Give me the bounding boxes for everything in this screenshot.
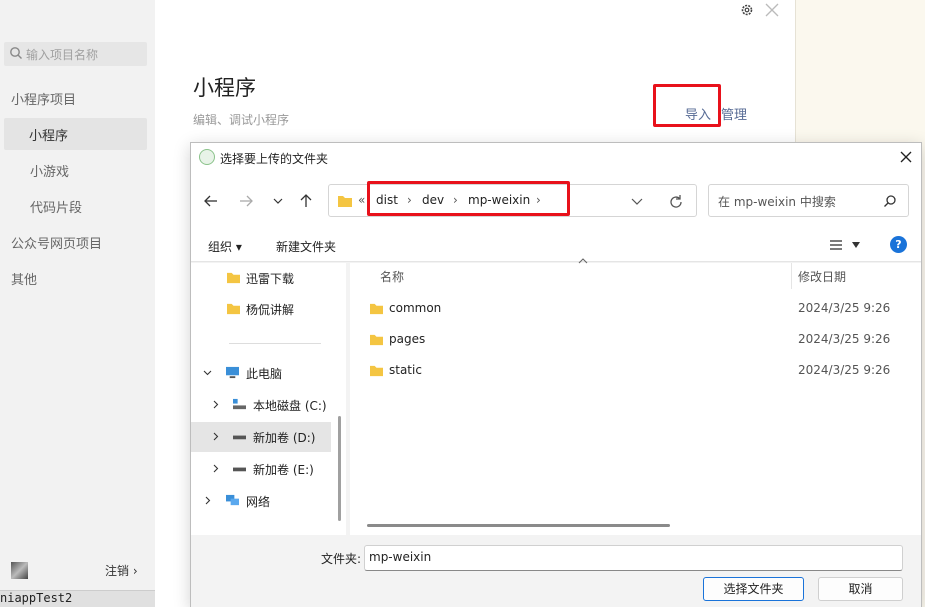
tree-item-label: 迅雷下载 (246, 272, 295, 286)
folder-icon (370, 303, 383, 315)
tree-item-xunlei[interactable]: 迅雷下载 (191, 263, 331, 293)
column-header-name[interactable]: 名称 (380, 268, 404, 285)
dialog-title: 选择要上传的文件夹 (220, 152, 329, 166)
tree-item-label: 此电脑 (246, 367, 283, 381)
dialog-footer: 文件夹: mp-weixin 选择文件夹 取消 (191, 535, 921, 607)
chevron-right-icon[interactable] (211, 464, 220, 473)
select-folder-button[interactable]: 选择文件夹 (703, 577, 804, 601)
tree-item-drive-e[interactable]: 新加卷 (E:) (191, 454, 331, 484)
tree-item-network[interactable]: 网络 (191, 486, 331, 516)
horizontal-scrollbar[interactable] (367, 524, 670, 527)
view-options-icon[interactable] (829, 239, 843, 251)
file-row[interactable]: common 2024/3/25 9:26 (350, 294, 921, 325)
forward-arrow-icon[interactable] (238, 193, 254, 209)
tree-item-drive-d[interactable]: 新加卷 (D:) (191, 422, 331, 452)
folder-name-input[interactable]: mp-weixin (364, 545, 903, 571)
folder-icon (370, 334, 383, 346)
column-divider[interactable] (791, 263, 792, 289)
app-logo-icon (199, 149, 215, 165)
gear-icon[interactable] (740, 3, 754, 17)
folder-label: 文件夹: (321, 552, 362, 566)
caret-down-icon[interactable] (852, 242, 860, 248)
highlight-box-path (367, 181, 570, 216)
file-name: pages (389, 332, 426, 346)
folder-icon (370, 365, 383, 377)
folder-picker-dialog: 选择要上传的文件夹 « dist › dev › mp-weixin › 在 m… (190, 142, 922, 607)
sidebar-item-other[interactable]: 其他 (11, 269, 37, 288)
sidebar-item-code-snippets[interactable]: 代码片段 (30, 197, 82, 216)
up-arrow-icon[interactable] (298, 193, 314, 209)
file-row[interactable]: pages 2024/3/25 9:26 (350, 325, 921, 356)
folder-icon (227, 303, 240, 315)
file-name: static (389, 363, 422, 377)
file-list: 名称 修改日期 common 2024/3/25 9:26 pages 2024… (350, 258, 921, 535)
search-icon (10, 47, 22, 59)
search-placeholder: 在 mp-weixin 中搜索 (718, 195, 836, 209)
help-icon[interactable]: ? (890, 236, 907, 253)
recent-dropdown-icon[interactable] (270, 193, 286, 209)
tree-item-label: 新加卷 (D:) (253, 431, 316, 445)
file-row[interactable]: static 2024/3/25 9:26 (350, 356, 921, 387)
sort-up-icon (578, 258, 588, 264)
chevron-right-icon[interactable] (211, 400, 220, 409)
page-subtitle: 编辑、调试小程序 (193, 113, 290, 127)
drive-icon (233, 467, 246, 472)
file-date: 2024/3/25 9:26 (798, 363, 891, 377)
network-icon (226, 494, 239, 506)
tree-item-label: 本地磁盘 (C:) (253, 399, 327, 413)
new-folder-button[interactable]: 新建文件夹 (276, 238, 336, 255)
computer-icon (226, 366, 239, 379)
logout-button[interactable]: 注销 › (105, 562, 138, 579)
chevron-down-icon[interactable] (631, 198, 643, 206)
highlight-box-import (653, 84, 721, 127)
column-header-date[interactable]: 修改日期 (798, 268, 846, 285)
folder-icon (227, 272, 240, 284)
close-icon[interactable] (764, 2, 780, 18)
page-title: 小程序 (193, 76, 256, 100)
navigation-tree: 迅雷下载 杨侃讲解 此电脑 本地磁盘 (C:) 新加卷 (D:) 新加卷 (E:… (191, 263, 346, 535)
manage-button[interactable]: 管理 (721, 104, 747, 123)
folder-icon (338, 196, 352, 207)
tree-item-yangkan[interactable]: 杨侃讲解 (191, 294, 331, 324)
sidebar-item-miniprogram-projects[interactable]: 小程序项目 (11, 89, 76, 108)
chevron-down-icon[interactable] (203, 368, 212, 377)
sidebar-item-label: 小程序 (29, 129, 69, 144)
refresh-icon[interactable] (668, 194, 684, 210)
dialog-toolbar: 组织 ▾ 新建文件夹 ? (191, 230, 921, 262)
file-list-header: 名称 修改日期 (350, 258, 921, 289)
file-date: 2024/3/25 9:26 (798, 332, 891, 346)
chevron-right-icon[interactable] (211, 432, 220, 441)
divider (229, 343, 321, 344)
avatar[interactable] (11, 562, 28, 579)
chevron-right-icon[interactable] (203, 496, 212, 505)
close-icon[interactable] (898, 149, 914, 165)
breadcrumb-overflow[interactable]: « (358, 193, 365, 207)
drive-icon (233, 435, 246, 440)
sidebar: 输入项目名称 小程序项目 小程序 小游戏 代码片段 公众号网页项目 其他 注销 … (0, 0, 155, 607)
search-placeholder: 输入项目名称 (26, 48, 99, 62)
tree-item-label: 网络 (246, 495, 271, 509)
tree-item-label: 杨侃讲解 (246, 303, 295, 317)
tree-scrollbar[interactable] (338, 416, 341, 521)
tree-item-this-pc[interactable]: 此电脑 (191, 358, 331, 388)
windows-drive-icon (233, 398, 246, 410)
search-icon (884, 195, 896, 207)
tree-item-drive-c[interactable]: 本地磁盘 (C:) (191, 390, 331, 420)
tree-item-label: 新加卷 (E:) (253, 463, 314, 477)
back-arrow-icon[interactable] (203, 193, 219, 209)
sidebar-item-official-account-web[interactable]: 公众号网页项目 (11, 233, 102, 252)
dialog-titlebar: 选择要上传的文件夹 (191, 143, 921, 173)
folder-name-value: mp-weixin (369, 550, 432, 564)
cancel-button[interactable]: 取消 (818, 577, 903, 601)
file-date: 2024/3/25 9:26 (798, 301, 891, 315)
organize-menu[interactable]: 组织 ▾ (208, 238, 242, 255)
project-search-input[interactable]: 输入项目名称 (4, 42, 147, 66)
file-name: common (389, 301, 442, 315)
sidebar-item-minigame[interactable]: 小游戏 (30, 161, 69, 180)
sidebar-item-miniprogram[interactable]: 小程序 (4, 118, 147, 150)
folder-search-input[interactable]: 在 mp-weixin 中搜索 (708, 184, 909, 217)
